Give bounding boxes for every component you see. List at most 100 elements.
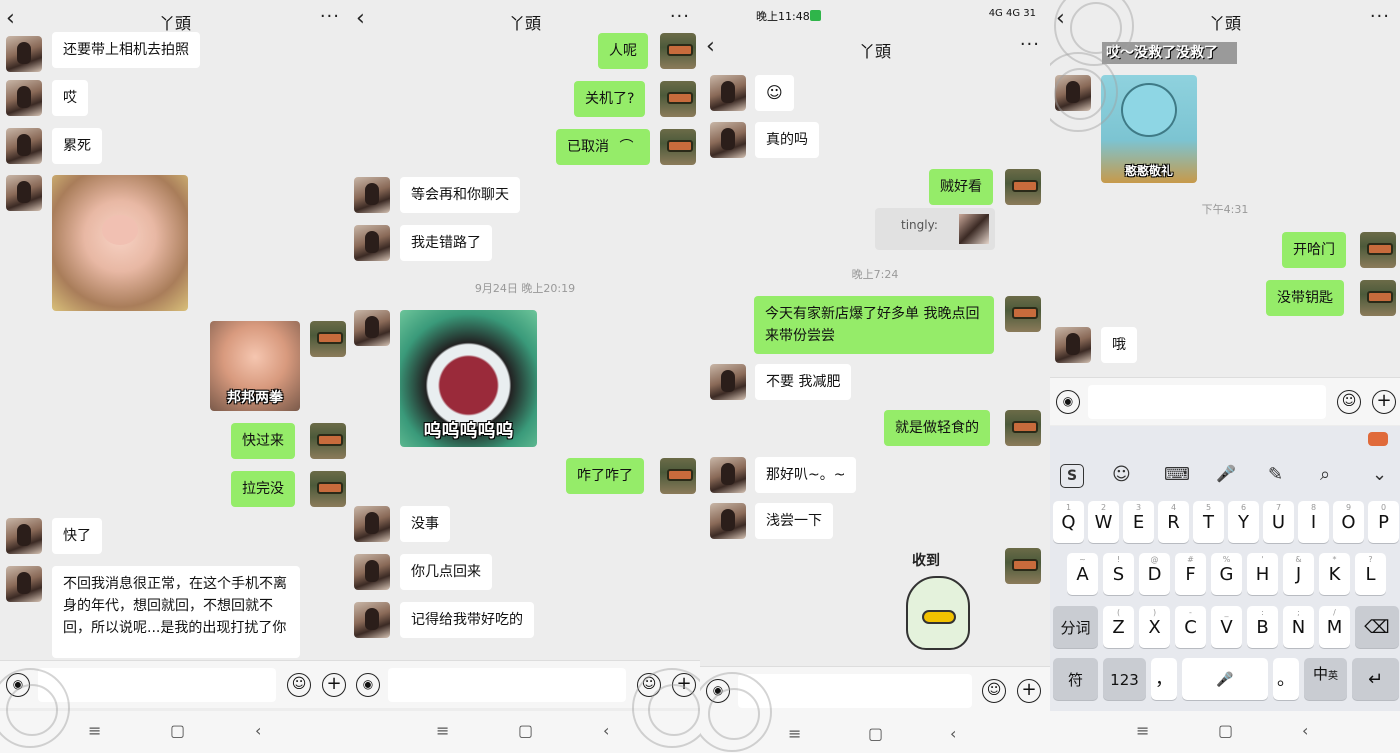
voice-icon[interactable]: ◉	[356, 673, 380, 697]
key-j[interactable]: & J	[1283, 553, 1314, 595]
message-bubble[interactable]: 人呢	[598, 33, 648, 69]
symbol-key[interactable]: 符	[1053, 658, 1098, 700]
message-bubble[interactable]: 没带钥匙	[1266, 280, 1344, 316]
emoji-icon[interactable]: ☺	[287, 673, 311, 697]
crying-sticker[interactable]: 呜呜呜呜呜	[400, 310, 537, 447]
contact-avatar[interactable]	[354, 225, 390, 261]
more-icon[interactable]: ···	[670, 6, 690, 27]
more-icon[interactable]: ···	[1370, 6, 1390, 27]
message-bubble[interactable]: 那好叭~。~	[755, 457, 857, 493]
delete-key-icon[interactable]: ⌫	[1355, 606, 1399, 648]
cancelled-call-bubble[interactable]: 已取消 ⌒	[556, 129, 650, 165]
plus-icon[interactable]: +	[1017, 679, 1041, 703]
message-input[interactable]	[1088, 385, 1326, 419]
message-bubble[interactable]: 不回我消息很正常，在这个手机不离身的年代，想回就回，不想回就不回，所以说呢...…	[52, 566, 300, 658]
home-icon[interactable]: ▢	[170, 721, 185, 740]
kb-mic-icon[interactable]: 🎤	[1216, 464, 1236, 483]
my-avatar[interactable]	[1360, 232, 1396, 268]
key-r[interactable]: 4R	[1158, 501, 1189, 543]
number-key[interactable]: 123	[1103, 658, 1146, 700]
menu-icon[interactable]: ≡	[436, 721, 449, 740]
fox-sticker[interactable]: 邦邦两拳	[210, 321, 300, 411]
more-icon[interactable]: ···	[320, 6, 340, 27]
key-h[interactable]: ' H	[1247, 553, 1278, 595]
key-k[interactable]: * K	[1319, 553, 1350, 595]
message-bubble[interactable]: 等会再和你聊天	[400, 177, 520, 213]
my-avatar[interactable]	[1360, 280, 1396, 316]
message-bubble[interactable]: 就是做轻食的	[884, 410, 990, 446]
key-s[interactable]: ! S	[1103, 553, 1134, 595]
my-avatar[interactable]	[310, 423, 346, 459]
message-bubble[interactable]: 浅尝一下	[755, 503, 833, 539]
my-avatar[interactable]	[660, 33, 696, 69]
menu-icon[interactable]: ≡	[88, 721, 101, 740]
period-key[interactable]: 。	[1273, 658, 1299, 700]
more-icon[interactable]: ···	[1020, 34, 1040, 55]
kb-collapse-icon[interactable]: ⌄	[1372, 464, 1387, 485]
key-d[interactable]: @ D	[1139, 553, 1170, 595]
contact-avatar[interactable]	[710, 122, 746, 158]
key-v[interactable]: _ V	[1211, 606, 1242, 648]
sogou-logo-icon[interactable]: S	[1060, 464, 1084, 488]
message-bubble[interactable]: 真的吗	[755, 122, 819, 158]
my-avatar[interactable]	[1005, 169, 1041, 205]
my-avatar[interactable]	[1005, 548, 1041, 584]
message-bubble[interactable]: 还要带上相机去拍照	[52, 32, 200, 68]
message-bubble[interactable]: 关机了?	[574, 81, 646, 117]
my-avatar[interactable]	[310, 471, 346, 507]
kb-search-icon[interactable]: ⌕	[1320, 464, 1330, 485]
voice-icon[interactable]: ◉	[1056, 390, 1080, 414]
key-b[interactable]: :B	[1247, 606, 1278, 648]
kb-emoji-icon[interactable]: ☺	[1112, 464, 1131, 485]
key-o[interactable]: 9O	[1333, 501, 1364, 543]
key-y[interactable]: 6Y	[1228, 501, 1259, 543]
contact-avatar[interactable]	[6, 128, 42, 164]
contact-avatar[interactable]	[710, 75, 746, 111]
emoji-icon[interactable]: ☺	[982, 679, 1006, 703]
message-bubble[interactable]: 我走错路了	[400, 225, 492, 261]
contact-avatar[interactable]	[354, 310, 390, 346]
message-bubble[interactable]: 累死	[52, 128, 102, 164]
quote-reply-box[interactable]: tingly:	[875, 208, 995, 250]
menu-icon[interactable]: ≡	[788, 724, 801, 743]
contact-avatar[interactable]	[6, 518, 42, 554]
kb-handwrite-icon[interactable]: ✎	[1268, 464, 1283, 485]
zh-en-switch-key[interactable]: 中英	[1304, 658, 1347, 700]
message-bubble[interactable]: 不要 我减肥	[755, 364, 852, 400]
contact-avatar[interactable]	[710, 503, 746, 539]
key-z[interactable]: (Z	[1103, 606, 1134, 648]
emoji-message-bubble[interactable]: ☺	[755, 75, 794, 111]
my-avatar[interactable]	[1005, 296, 1041, 332]
contact-avatar[interactable]	[710, 364, 746, 400]
key-x[interactable]: ) X	[1139, 606, 1170, 648]
my-avatar[interactable]	[660, 81, 696, 117]
contact-avatar[interactable]	[710, 457, 746, 493]
key-g[interactable]: % G	[1211, 553, 1242, 595]
key-i[interactable]: 8I	[1298, 501, 1329, 543]
nav-back-icon[interactable]: ‹	[255, 721, 261, 740]
message-bubble[interactable]: 开哈门	[1282, 232, 1346, 268]
contact-avatar[interactable]	[6, 36, 42, 72]
key-w[interactable]: 2W	[1088, 501, 1119, 543]
key-t[interactable]: 5T	[1193, 501, 1224, 543]
key-a[interactable]: ~ A	[1067, 553, 1098, 595]
key-p[interactable]: 0P	[1368, 501, 1399, 543]
message-bubble[interactable]: 没事	[400, 506, 450, 542]
my-avatar[interactable]	[660, 458, 696, 494]
space-mic-key[interactable]: 🎤	[1182, 658, 1268, 700]
contact-avatar[interactable]	[354, 554, 390, 590]
message-bubble[interactable]: 快了	[52, 518, 102, 554]
message-input[interactable]	[738, 674, 972, 708]
my-avatar[interactable]	[660, 129, 696, 165]
key-f[interactable]: # F	[1175, 553, 1206, 595]
key-n[interactable]: ; N	[1283, 606, 1314, 648]
key-m[interactable]: / M	[1319, 606, 1350, 648]
contact-avatar[interactable]	[354, 506, 390, 542]
baby-photo-sticker[interactable]	[52, 175, 188, 311]
nav-back-icon[interactable]: ‹	[950, 724, 956, 743]
kb-keyboard-icon[interactable]: ⌨	[1164, 464, 1190, 485]
duck-sticker[interactable]: 收到	[892, 548, 994, 654]
message-input[interactable]	[38, 668, 276, 702]
menu-icon[interactable]: ≡	[1136, 721, 1149, 740]
nav-back-icon[interactable]: ‹	[1302, 721, 1308, 740]
